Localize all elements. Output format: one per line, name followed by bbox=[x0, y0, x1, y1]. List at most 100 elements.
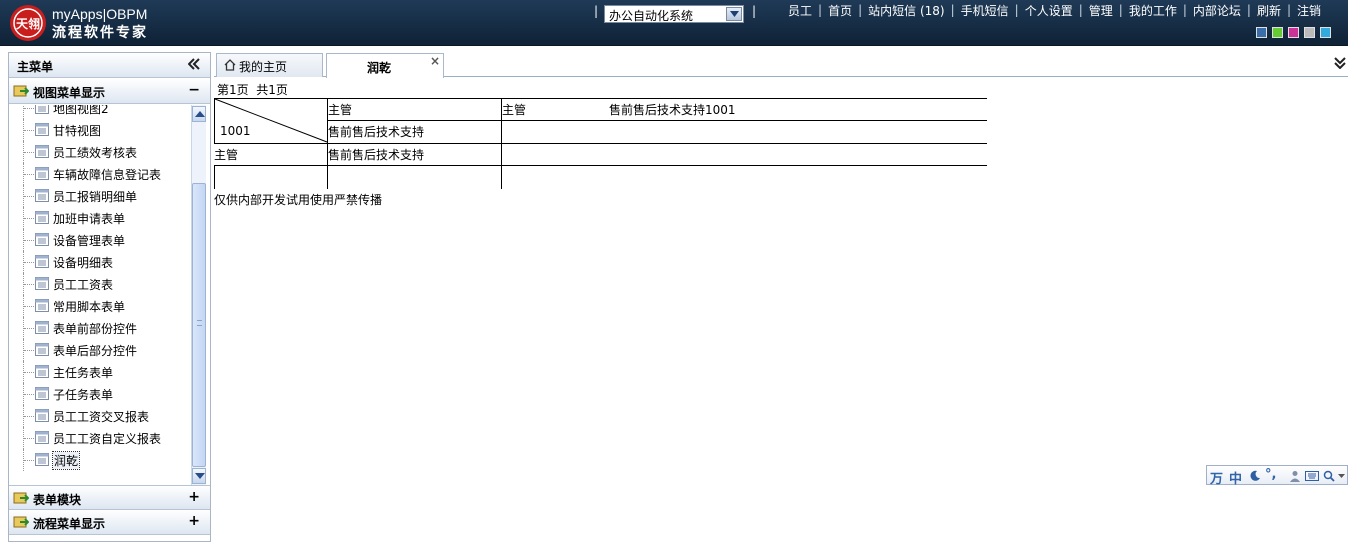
section-form-module[interactable]: 表单模块 + bbox=[9, 485, 210, 510]
close-icon[interactable]: × bbox=[430, 54, 440, 68]
section-title: 流程菜单显示 bbox=[33, 517, 106, 531]
folder-arrow-icon bbox=[13, 516, 29, 528]
tree-item-label[interactable]: 甘特视图 bbox=[53, 122, 101, 139]
tree-item-label[interactable]: 员工报销明细单 bbox=[53, 188, 137, 205]
theme-swatch-green[interactable] bbox=[1272, 27, 1283, 38]
tree-item[interactable]: 员工绩效考核表 bbox=[9, 141, 191, 163]
tree-item-label[interactable]: 员工工资表 bbox=[53, 276, 113, 293]
report-content: 第1页 共1页 主管 主管 售前售后技术支持1001 1001 售前售后技术支持… bbox=[214, 79, 1348, 542]
tree-item[interactable]: 润乾 bbox=[9, 449, 191, 471]
scroll-thumb[interactable] bbox=[192, 183, 206, 467]
nav-link-home[interactable]: 首页 bbox=[822, 2, 858, 19]
tree-item[interactable]: 车辆故障信息登记表 bbox=[9, 163, 191, 185]
tree-item-label[interactable]: 润乾 bbox=[51, 451, 81, 470]
report-table: 主管 主管 售前售后技术支持1001 1001 售前售后技术支持 主管 售前售后… bbox=[214, 98, 987, 190]
expand-toggle[interactable]: + bbox=[188, 513, 200, 529]
nav-link-settings[interactable]: 个人设置 bbox=[1019, 2, 1079, 19]
svg-text:天翎: 天翎 bbox=[16, 16, 40, 31]
app-root: 天翎 myApps|OBPM 流程软件专家 | 办公自动化系统 | 员工 | 首… bbox=[0, 0, 1348, 542]
expand-toggle[interactable]: + bbox=[188, 489, 200, 505]
nav-link-forum[interactable]: 内部论坛 bbox=[1187, 2, 1247, 19]
tree-branch bbox=[23, 229, 35, 251]
tree-item[interactable]: 甘特视图 bbox=[9, 119, 191, 141]
tree-item-label[interactable]: 常用脚本表单 bbox=[53, 298, 125, 315]
tree-item-label[interactable]: 车辆故障信息登记表 bbox=[53, 166, 161, 183]
ime-mode-toggle[interactable]: 中 bbox=[1229, 468, 1242, 487]
nav-link-my-work[interactable]: 我的工作 bbox=[1123, 2, 1183, 19]
tree-item[interactable]: 员工工资交叉报表 bbox=[9, 405, 191, 427]
scroll-grip-icon bbox=[197, 320, 202, 326]
nav-link-refresh[interactable]: 刷新 bbox=[1251, 2, 1287, 19]
tree-branch bbox=[23, 339, 35, 361]
tree-item[interactable]: 员工工资表 bbox=[9, 273, 191, 295]
tree-item[interactable]: 常用脚本表单 bbox=[9, 295, 191, 317]
tree-item[interactable]: 地图视图2 bbox=[9, 105, 191, 119]
document-icon bbox=[35, 409, 49, 425]
tree-item-label[interactable]: 员工工资交叉报表 bbox=[53, 408, 149, 425]
document-icon bbox=[35, 255, 49, 271]
tree-item-label[interactable]: 员工绩效考核表 bbox=[53, 144, 137, 161]
tree-branch bbox=[23, 185, 35, 207]
nav-link-admin[interactable]: 管理 bbox=[1083, 2, 1119, 19]
main-menu-title: 主菜单 bbox=[17, 60, 54, 74]
report-data-cell: 售前售后技术支持 bbox=[328, 148, 425, 162]
tree-item[interactable]: 表单后部分控件 bbox=[9, 339, 191, 361]
nav-link-logout[interactable]: 注销 bbox=[1291, 2, 1327, 19]
nav-link-sms[interactable]: 手机短信 bbox=[955, 2, 1015, 19]
keyboard-icon[interactable] bbox=[1305, 470, 1319, 482]
double-chevron-down-icon[interactable] bbox=[1334, 57, 1346, 69]
collapse-toggle[interactable]: − bbox=[188, 82, 200, 98]
theme-swatch-blue[interactable] bbox=[1256, 27, 1267, 38]
tree-item[interactable]: 子任务表单 bbox=[9, 383, 191, 405]
section-flow-menu[interactable]: 流程菜单显示 + bbox=[9, 510, 210, 535]
tree-item-label[interactable]: 主任务表单 bbox=[53, 364, 113, 381]
footer-note: 仅供内部开发试用使用严禁传播 bbox=[214, 193, 383, 207]
document-icon bbox=[35, 145, 49, 161]
tree-branch bbox=[23, 273, 35, 295]
user-icon[interactable] bbox=[1289, 470, 1301, 482]
theme-swatch-pink[interactable] bbox=[1288, 27, 1299, 38]
tree-item-label[interactable]: 表单后部分控件 bbox=[53, 342, 137, 359]
nav-link-messages[interactable]: 站内短信 (18) bbox=[862, 2, 950, 19]
double-chevron-left-icon[interactable] bbox=[188, 58, 200, 70]
moon-icon[interactable] bbox=[1249, 470, 1261, 482]
tree-item-label[interactable]: 表单前部份控件 bbox=[53, 320, 137, 337]
theme-swatch-gray[interactable] bbox=[1304, 27, 1315, 38]
tree-item[interactable]: 加班申请表单 bbox=[9, 207, 191, 229]
tree-item-label[interactable]: 加班申请表单 bbox=[53, 210, 125, 227]
search-icon[interactable] bbox=[1323, 470, 1335, 482]
tab-my-home[interactable]: 我的主页 bbox=[216, 53, 323, 77]
tab-runqian[interactable]: 润乾 × bbox=[326, 53, 444, 78]
document-icon bbox=[35, 365, 49, 381]
chevron-down-icon[interactable] bbox=[1338, 474, 1345, 479]
tree-item[interactable]: 设备管理表单 bbox=[9, 229, 191, 251]
tree-item-label[interactable]: 员工工资自定义报表 bbox=[53, 430, 161, 447]
scroll-up-button[interactable] bbox=[192, 106, 206, 122]
scroll-down-button[interactable] bbox=[192, 468, 206, 484]
tree-scrollbar[interactable] bbox=[191, 105, 206, 485]
main-menu-header: 主菜单 bbox=[9, 53, 210, 78]
tree-item-label[interactable]: 设备管理表单 bbox=[53, 232, 125, 249]
tree-item-label[interactable]: 设备明细表 bbox=[53, 254, 113, 271]
tree-branch bbox=[23, 251, 35, 273]
chevron-down-icon[interactable] bbox=[726, 7, 742, 21]
tree-item[interactable]: 员工工资自定义报表 bbox=[9, 427, 191, 449]
tree-item[interactable]: 主任务表单 bbox=[9, 361, 191, 383]
tree-item[interactable]: 员工报销明细单 bbox=[9, 185, 191, 207]
nav-link-employee[interactable]: 员工 bbox=[782, 2, 818, 19]
theme-swatch-cyan[interactable] bbox=[1320, 27, 1331, 38]
tree-item-label[interactable]: 地图视图2 bbox=[53, 105, 109, 117]
section-view-menu[interactable]: 视图菜单显示 − bbox=[9, 79, 210, 104]
system-select[interactable]: 办公自动化系统 bbox=[604, 5, 744, 23]
ime-toolbar[interactable]: 万 中 °, bbox=[1206, 465, 1348, 487]
tree-item[interactable]: 表单前部份控件 bbox=[9, 317, 191, 339]
tree-item[interactable]: 设备明细表 bbox=[9, 251, 191, 273]
grid-line bbox=[327, 120, 987, 121]
tree-list: 地图视图2 甘特视图员工绩效考核表车辆故障信息登记表 员工报销明细单 加班申请表单 设备… bbox=[9, 105, 191, 471]
grid-line bbox=[214, 143, 987, 144]
document-icon bbox=[35, 167, 49, 183]
punctuation-icon[interactable]: °, bbox=[1265, 467, 1276, 482]
ime-logo[interactable]: 万 bbox=[1210, 468, 1223, 487]
document-icon bbox=[35, 299, 49, 315]
tree-item-label[interactable]: 子任务表单 bbox=[53, 386, 113, 403]
